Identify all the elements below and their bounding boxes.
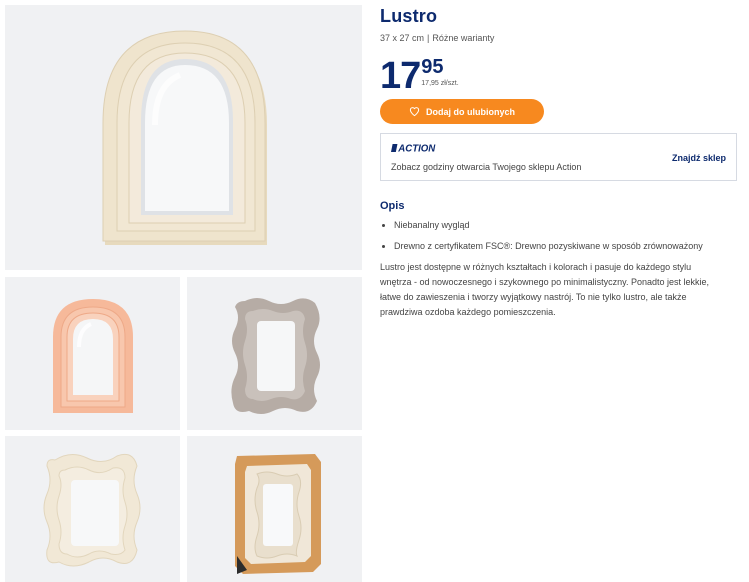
product-gallery	[5, 5, 362, 582]
add-to-favorites-button[interactable]: Dodaj do ulubionych	[380, 99, 544, 124]
packaged-mirror-image	[235, 454, 321, 574]
store-finder-box: ACTION Zobacz godziny otwarcia Twojego s…	[380, 133, 737, 181]
taupe-wavy-mirror-image	[231, 298, 320, 414]
feature-item: Niebanalny wygląd	[394, 219, 739, 231]
cream-wavy-mirror-image	[43, 453, 141, 567]
product-variants: Różne warianty	[432, 33, 495, 43]
feature-list: Niebanalny wygląd Drewno z certyfikatem …	[380, 219, 739, 252]
product-subtitle: 37 x 27 cm | Różne warianty	[380, 33, 739, 43]
product-info: Lustro 37 x 27 cm | Różne warianty 17 95…	[380, 5, 739, 320]
store-hours-text: Zobacz godziny otwarcia Twojego sklepu A…	[391, 162, 582, 172]
peach-arch-mirror-image	[53, 299, 133, 413]
description-text: Lustro jest dostępne w różnych kształtac…	[380, 262, 709, 317]
subtitle-separator: |	[427, 33, 430, 43]
feature-item: Drewno z certyfikatem FSC®: Drewno pozys…	[394, 240, 739, 252]
main-product-image[interactable]	[5, 5, 362, 270]
beige-arch-mirror-image	[102, 30, 267, 245]
price-decimal: 95	[421, 56, 444, 78]
thumbnail-taupe-mirror[interactable]	[187, 277, 362, 430]
product-title: Lustro	[380, 6, 438, 26]
add-to-favorites-label: Dodaj do ulubionych	[426, 106, 515, 117]
thumbnail-packaged-mirror[interactable]	[187, 436, 362, 582]
price-integer: 17	[380, 55, 421, 97]
find-store-link[interactable]: Znajdź sklep	[672, 153, 726, 163]
heart-icon	[409, 107, 420, 117]
description-heading: Opis	[380, 200, 405, 212]
product-dimensions: 37 x 27 cm	[380, 33, 425, 43]
action-logo: ACTION	[391, 144, 436, 154]
thumbnail-peach-mirror[interactable]	[5, 277, 180, 430]
unit-price: 17,95 zł/szt.	[421, 80, 459, 87]
thumbnail-cream-mirror[interactable]	[5, 436, 180, 582]
price-block: 17 95 17,95 zł/szt.	[380, 57, 739, 95]
action-logo-text: ACTION	[397, 144, 436, 154]
